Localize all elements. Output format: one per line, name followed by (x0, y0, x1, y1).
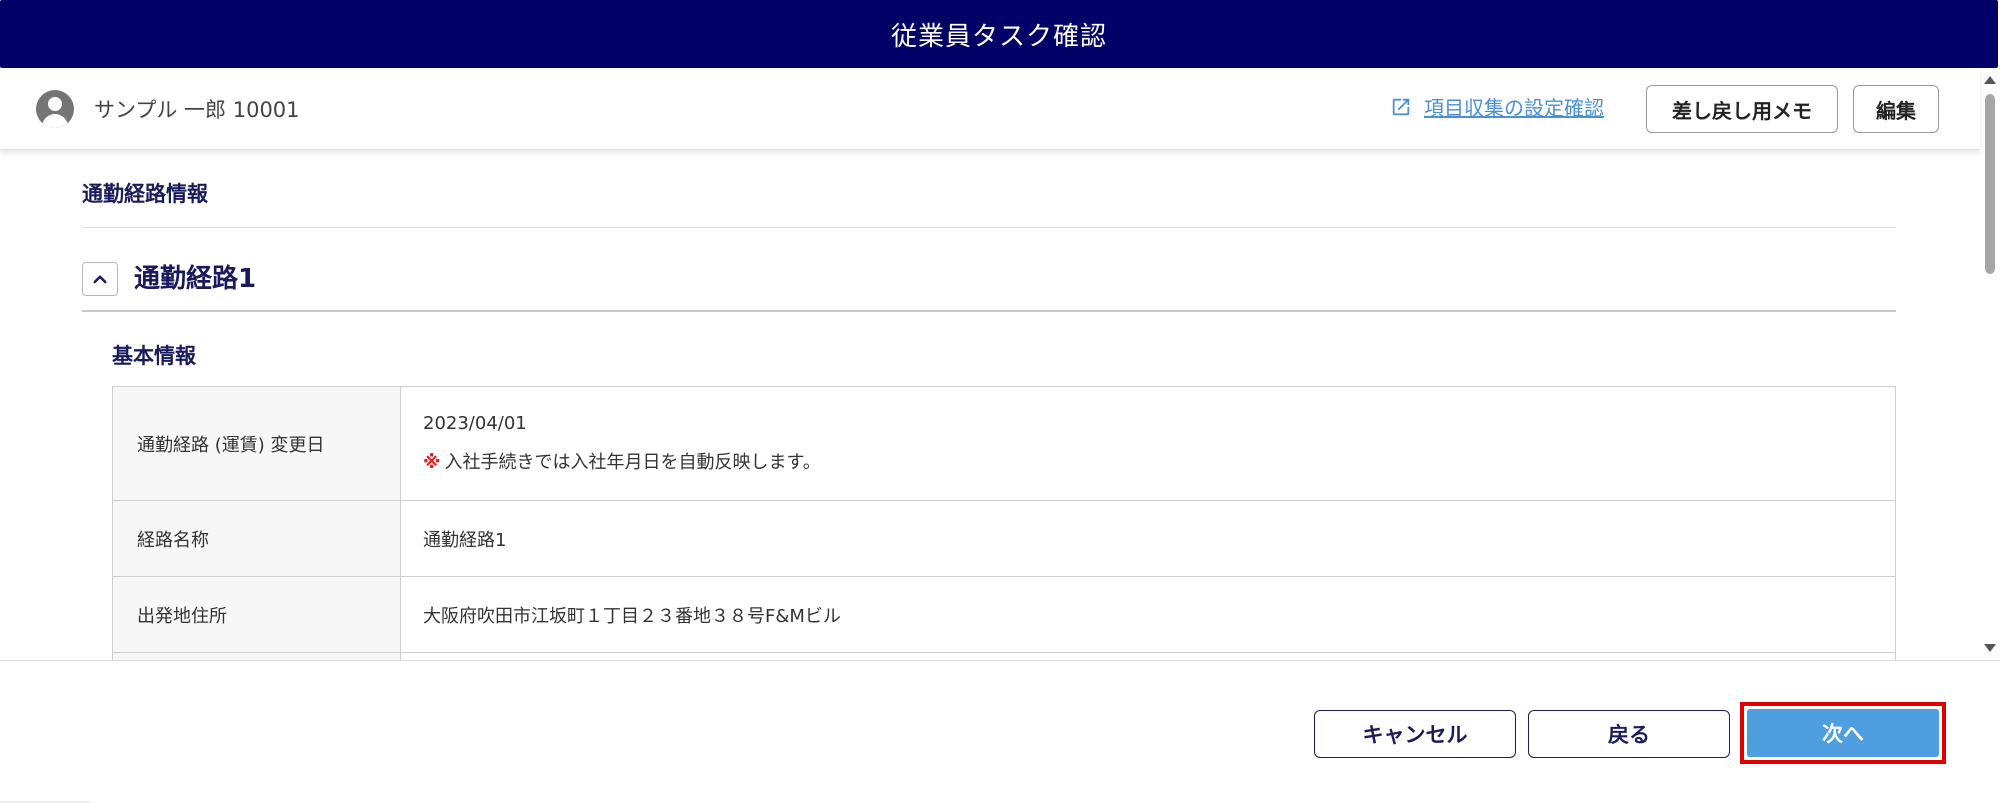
row-label: 出発地住所 (112, 576, 401, 653)
main-content: 通勤経路情報 通勤経路1 基本情報 通勤経路 (運賃) 変更日 2023/04/… (0, 150, 1980, 660)
return-memo-button[interactable]: 差し戻し用メモ (1646, 85, 1838, 133)
table-row: 通勤経路 (運賃) 変更日 2023/04/01 ※ 入社手続きでは入社年月日を自… (112, 386, 1896, 501)
employee-name: サンプル 一郎 10001 (94, 98, 300, 122)
collapse-button[interactable] (82, 262, 118, 296)
window-title-text: 従業員タスク確認 (890, 21, 1107, 52)
settings-check-link[interactable]: 項目収集の設定確認 (1390, 92, 1604, 121)
window-title: 従業員タスク確認 (0, 0, 1998, 68)
route-title: 通勤経路1 (134, 264, 257, 294)
employee-header: サンプル 一郎 10001 項目収集の設定確認 差し戻し用メモ 編集 (0, 68, 1980, 150)
scroll-thumb[interactable] (1985, 94, 1995, 274)
footer-bar: キャンセル 戻る 次へ (0, 660, 2000, 803)
table-row (112, 652, 1896, 660)
change-date-value: 2023/04/01 (423, 413, 527, 434)
back-button[interactable]: 戻る (1528, 710, 1730, 758)
section-divider (82, 227, 1896, 228)
edit-button[interactable]: 編集 (1853, 85, 1939, 133)
account-circle-icon (36, 90, 74, 128)
route-divider (82, 310, 1896, 312)
note-mark: ※ (423, 452, 441, 473)
table-row: 経路名称 通勤経路1 (112, 500, 1896, 577)
vertical-scrollbar[interactable] (1980, 68, 2000, 660)
basic-info-table: 通勤経路 (運賃) 変更日 2023/04/01 ※ 入社手続きでは入社年月日を自… (112, 386, 1896, 660)
row-value: 大阪府吹田市江坂町１丁目２３番地３８号F&Mビル (400, 576, 1896, 653)
next-button[interactable]: 次へ (1747, 709, 1939, 757)
row-value: 通勤経路1 (400, 500, 1896, 577)
avatar-body-shape (42, 114, 68, 128)
row-value-empty (400, 652, 1896, 660)
avatar-head-shape (48, 97, 62, 111)
scroll-down-arrow-icon[interactable] (1984, 644, 1996, 652)
next-button-highlight: 次へ (1740, 702, 1946, 764)
note-text: 入社手続きでは入社年月日を自動反映します。 (444, 452, 821, 473)
row-value: 2023/04/01 ※ 入社手続きでは入社年月日を自動反映します。 (400, 386, 1896, 501)
auto-reflect-note: ※ 入社手続きでは入社年月日を自動反映します。 (423, 448, 1895, 474)
cancel-button[interactable]: キャンセル (1314, 710, 1516, 758)
chevron-up-icon (93, 275, 107, 284)
row-label: 通勤経路 (運賃) 変更日 (112, 386, 401, 501)
table-row: 出発地住所 大阪府吹田市江坂町１丁目２３番地３８号F&Mビル (112, 576, 1896, 653)
settings-check-link-label: 項目収集の設定確認 (1424, 96, 1604, 120)
page: 従業員タスク確認 サンプル 一郎 10001 項目収集の設定確認 差し戻し用メモ… (0, 0, 2000, 803)
subsection-title: 基本情報 (112, 344, 196, 368)
section-title: 通勤経路情報 (82, 182, 208, 206)
open-in-new-icon (1392, 98, 1410, 115)
row-label: 経路名称 (112, 500, 401, 577)
scroll-up-arrow-icon[interactable] (1984, 76, 1996, 84)
row-label-empty (112, 652, 401, 660)
